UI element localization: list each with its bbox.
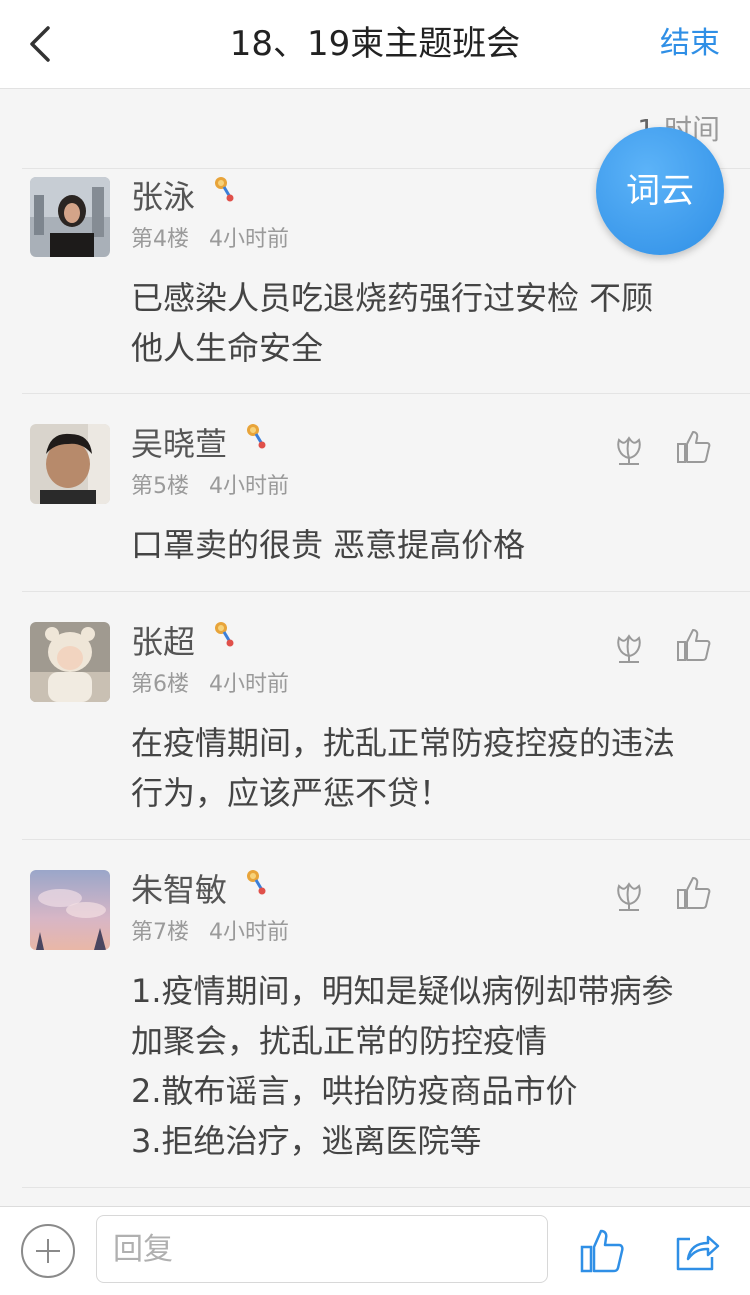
comment-text: 已感染人员吃退烧药强行过安检 不顾 他人生命安全: [131, 279, 654, 367]
share-icon[interactable]: [672, 1227, 720, 1275]
username[interactable]: 吴晓萱: [131, 424, 267, 464]
post-meta: 第6楼 4小时前: [131, 670, 289, 700]
page-title: 18、19柬主题班会: [229, 24, 521, 64]
flower-icon[interactable]: [609, 874, 649, 914]
floor-number: 第5楼: [131, 474, 189, 499]
end-button[interactable]: 结束: [660, 22, 720, 66]
username[interactable]: 朱智敏: [131, 870, 267, 910]
comment-item: 吴晓萱 第5楼 4小时前 口罩卖的很贵 恶意提高价格: [0, 394, 750, 591]
username-text: 朱智敏: [131, 871, 228, 909]
thumbs-up-icon[interactable]: [674, 874, 714, 914]
post-meta: 第7楼 4小时前: [131, 918, 289, 948]
comment-list: 张泳 第4楼 4小时前 已感染人员吃退烧药强行过安检 不顾 他人生命安全 吴晓萱: [0, 168, 750, 1188]
avatar-image: [30, 870, 110, 950]
post-time: 4小时前: [209, 920, 289, 945]
floor-number: 第6楼: [131, 672, 189, 697]
flower-icon[interactable]: [609, 626, 649, 666]
username[interactable]: 张超: [131, 622, 235, 662]
medal-icon: [247, 424, 266, 449]
avatar[interactable]: [30, 622, 110, 702]
username-text: 张泳: [131, 178, 196, 216]
comment-actions: [589, 428, 714, 472]
bottom-reply-bar: [0, 1206, 750, 1295]
thumbs-up-icon[interactable]: [674, 626, 714, 666]
wordcloud-button[interactable]: 词云: [596, 127, 724, 255]
username[interactable]: 张泳: [131, 177, 235, 217]
avatar[interactable]: [30, 424, 110, 504]
comment-text: 口罩卖的很贵 恶意提高价格: [131, 526, 526, 564]
reply-input[interactable]: [96, 1215, 548, 1283]
username-text: 张超: [131, 623, 196, 661]
floor-number: 第7楼: [131, 920, 189, 945]
medal-icon: [215, 622, 234, 647]
username-text: 吴晓萱: [131, 425, 228, 463]
avatar-image: [30, 622, 110, 702]
avatar-image: [30, 177, 110, 257]
top-navigation-bar: 18、19柬主题班会 结束: [0, 0, 750, 89]
floor-number: 第4楼: [131, 227, 189, 252]
medal-icon: [215, 177, 234, 202]
divider: [22, 1187, 750, 1188]
flower-icon[interactable]: [609, 428, 649, 468]
post-time: 4小时前: [209, 672, 289, 697]
medal-icon: [247, 870, 266, 895]
post-time: 4小时前: [209, 474, 289, 499]
avatar-image: [30, 424, 110, 504]
comment-item: 朱智敏 第7楼 4小时前 1.疫情期间，明知是疑似病例却带病参 加聚会，扰乱正常的…: [0, 840, 750, 1187]
thumbs-up-icon[interactable]: [674, 428, 714, 468]
comment-item: 张超 第6楼 4小时前 在疫情期间，扰乱正常防疫控疫的违法 行为，应该严惩不贷！: [0, 592, 750, 839]
post-meta: 第5楼 4小时前: [131, 472, 289, 502]
avatar[interactable]: [30, 177, 110, 257]
post-meta: 第4楼 4小时前: [131, 225, 289, 255]
comment-actions: [589, 874, 714, 918]
comment-text: 在疫情期间，扰乱正常防疫控疫的违法 行为，应该严惩不贷！: [131, 724, 676, 812]
comment-text: 1.疫情期间，明知是疑似病例却带病参 加聚会，扰乱正常的防控疫情 2.散布谣言，…: [131, 972, 674, 1160]
post-time: 4小时前: [209, 227, 289, 252]
plus-circle-icon[interactable]: [20, 1223, 76, 1279]
comment-actions: [589, 626, 714, 670]
thumbs-up-icon[interactable]: [578, 1225, 626, 1277]
avatar[interactable]: [30, 870, 110, 950]
